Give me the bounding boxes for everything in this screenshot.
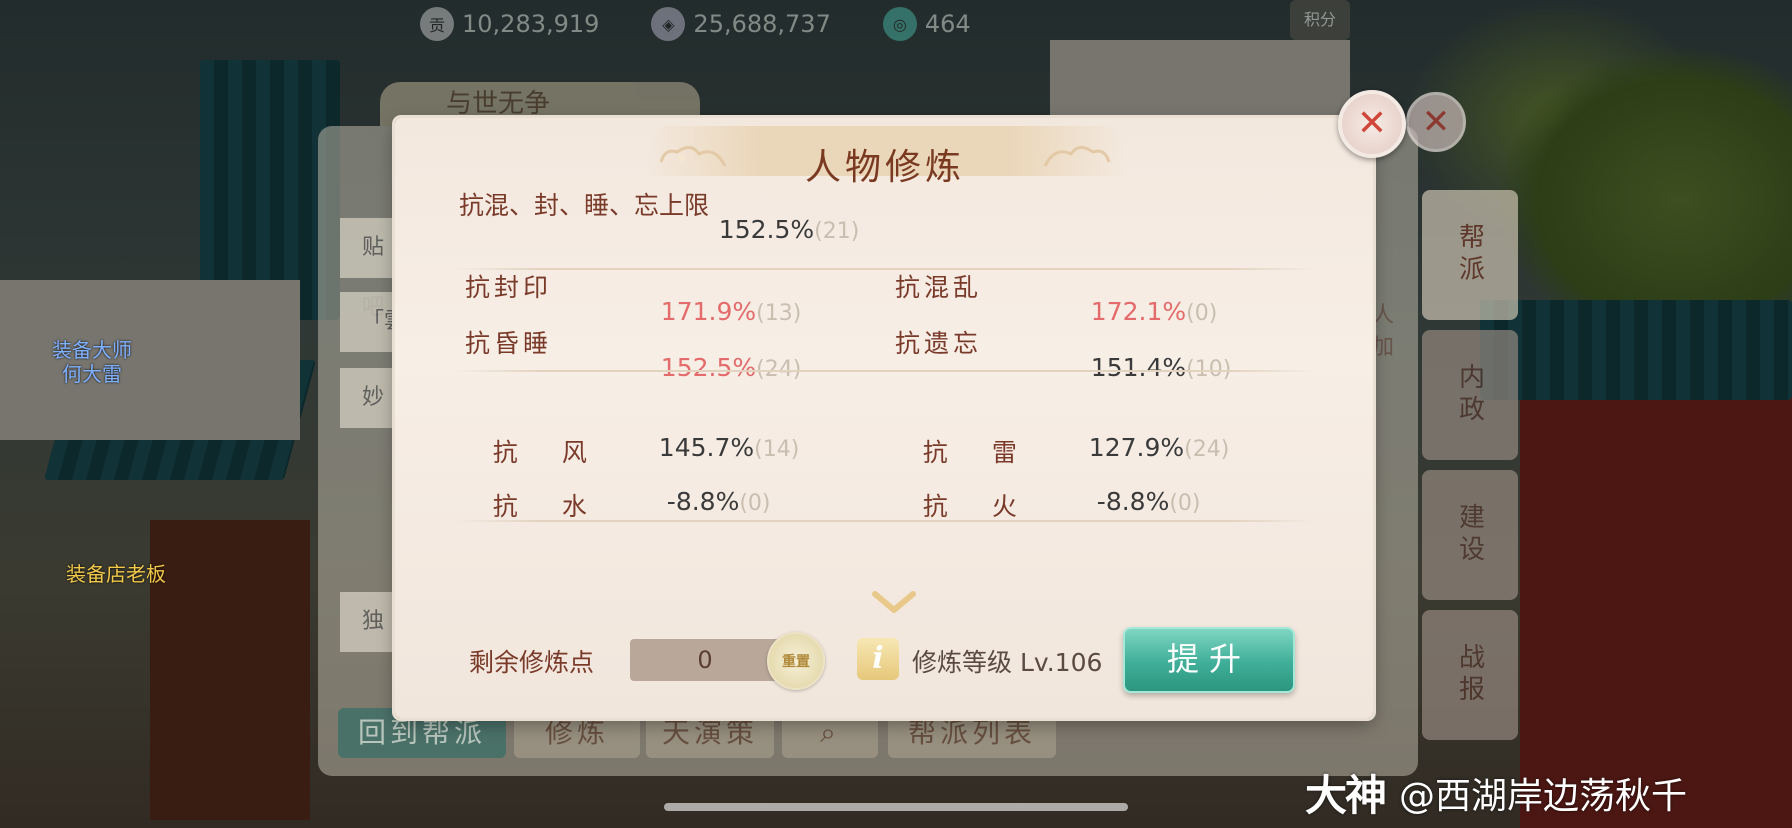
cultivation-dialog: 人物修炼 抗混、封、睡、忘上限 152.5%(21) 抗封印 171.9%(13…	[395, 118, 1373, 718]
label-element: 火	[991, 492, 1017, 521]
resist-percent: 151.4%	[1090, 353, 1187, 382]
resist-forget-value: 151.4%(10)	[1059, 324, 1232, 411]
resist-seal-label: 抗封印	[465, 273, 553, 302]
cap-value: 152.5%(21)	[687, 186, 860, 273]
coin-icon: 贡	[420, 7, 454, 41]
close-icon[interactable]: ✕	[1406, 92, 1466, 152]
resist-points: (0)	[739, 491, 771, 516]
divider	[455, 520, 1315, 522]
side-text-line: 加	[1372, 335, 1395, 360]
resist-fire-label: 抗火	[891, 458, 1017, 552]
currency-bar: 贡 10,283,919 ◈ 25,688,737 ◎ 464	[420, 4, 1023, 44]
currency-value: 10,283,919	[462, 10, 600, 38]
resist-chaos-label: 抗混乱	[895, 273, 983, 302]
label-prefix: 抗	[492, 492, 518, 521]
resist-percent: 152.5%	[660, 353, 757, 382]
currency-silver: ◈ 25,688,737	[651, 7, 831, 41]
chevron-down-icon[interactable]	[871, 588, 917, 618]
wooden-building	[150, 520, 310, 820]
close-icon: ✕	[1356, 103, 1388, 144]
home-indicator[interactable]	[664, 803, 1128, 811]
cloud-ornament-icon	[1043, 146, 1111, 167]
faction-row[interactable]: 贴吧	[340, 218, 400, 320]
reset-button[interactable]: 重置	[767, 632, 825, 690]
faction-side-text: 人 加	[1372, 300, 1394, 364]
resist-percent: 172.1%	[1090, 297, 1187, 326]
resist-percent: -8.8%	[1096, 487, 1170, 516]
tab-internal-affairs[interactable]: 内政	[1422, 330, 1518, 460]
side-text-line: 人	[1372, 303, 1395, 328]
tab-construction[interactable]: 建设	[1422, 470, 1518, 600]
watermark-logo: 大神	[1305, 771, 1387, 820]
resist-water-label: 抗水	[461, 458, 587, 552]
currency-jade: ◎ 464	[882, 7, 971, 41]
resist-forget-label: 抗遗忘	[895, 329, 983, 358]
resist-points: (0)	[1186, 301, 1218, 326]
currency-value: 25,688,737	[693, 10, 831, 38]
red-building	[1520, 360, 1792, 828]
tab-battle-report[interactable]: 战报	[1422, 610, 1518, 740]
upgrade-button[interactable]: 提升	[1123, 627, 1295, 693]
jade-icon: ◎	[882, 7, 917, 41]
currency-contribution: 贡 10,283,919	[420, 7, 599, 41]
reset-label: 重置	[782, 654, 810, 670]
info-icon[interactable]: i	[857, 638, 899, 680]
currency-value: 464	[924, 10, 971, 38]
resist-sleep-value: 152.5%(24)	[629, 324, 802, 411]
faction-row[interactable]: 妙	[340, 368, 400, 428]
npc-name-shop-owner[interactable]: 装备店老板	[66, 562, 166, 586]
resist-sleep-label: 抗昏睡	[465, 329, 553, 358]
cap-percent: 152.5%	[718, 215, 815, 244]
dialog-header: 人物修炼	[645, 126, 1125, 188]
remaining-points-label: 剩余修炼点	[469, 648, 595, 677]
watermark: 大神 @西湖岸边荡秋千	[1305, 762, 1687, 823]
resist-points: (13)	[756, 301, 802, 326]
faction-row[interactable]: 独	[340, 592, 400, 652]
label-element: 水	[561, 492, 587, 521]
label-prefix: 抗	[922, 492, 948, 521]
divider	[455, 370, 1315, 372]
resist-points: (0)	[1169, 491, 1201, 516]
faction-row[interactable]: 「雲	[340, 292, 406, 352]
cap-points: (21)	[814, 219, 860, 244]
resist-fire-value: -8.8%(0)	[1065, 458, 1201, 545]
resist-percent: -8.8%	[666, 487, 740, 516]
cultivation-level: 修炼等级 Lv.106	[912, 648, 1103, 677]
remaining-points-field: 0	[630, 639, 780, 681]
watermark-text: @西湖岸边荡秋千	[1399, 775, 1688, 817]
silver-ingot-icon: ◈	[651, 7, 686, 41]
roof-tiles	[1480, 300, 1792, 400]
stone-wall	[0, 280, 300, 440]
resist-water-value: -8.8%(0)	[635, 458, 771, 545]
tab-faction[interactable]: 帮派	[1422, 190, 1518, 320]
resist-percent: 171.9%	[660, 297, 757, 326]
score-button[interactable]: 积分	[1290, 0, 1350, 40]
close-button[interactable]: ✕	[1338, 90, 1406, 158]
cap-label: 抗混、封、睡、忘上限	[459, 191, 710, 220]
npc-name-equipment-master[interactable]: 装备大师 何大雷	[52, 338, 132, 386]
